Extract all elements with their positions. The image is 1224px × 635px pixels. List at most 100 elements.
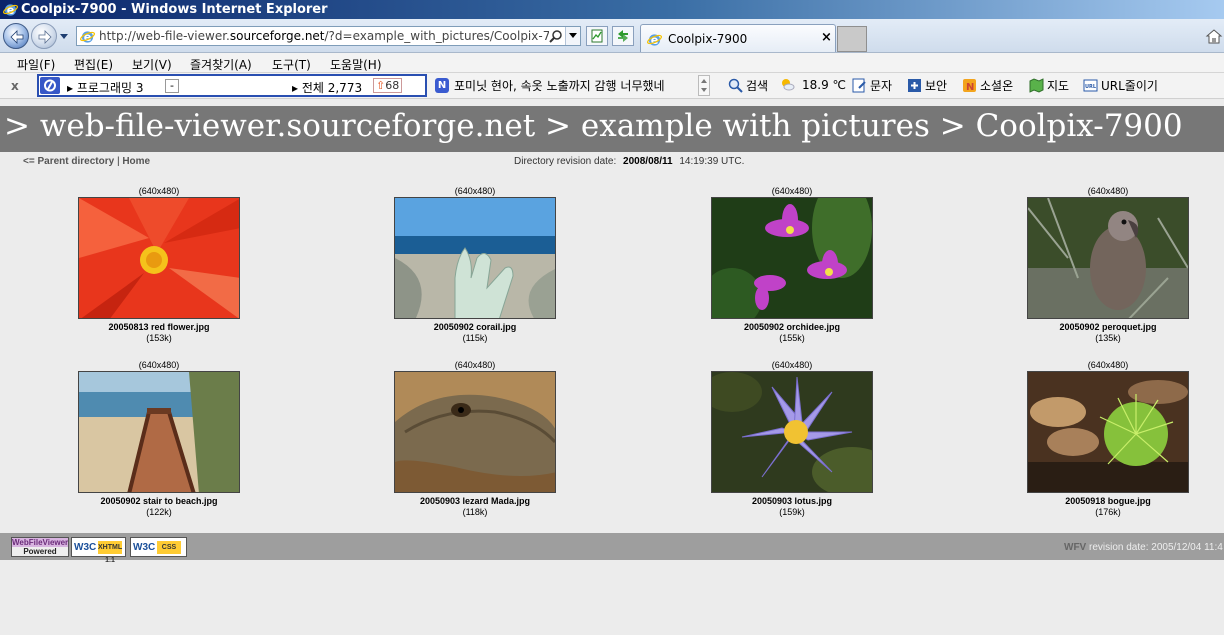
wfv-label: WFV [1064, 542, 1087, 553]
news-icon[interactable]: N [435, 78, 449, 93]
thumbnail-item[interactable]: (640x480) 20050902 corail.jpg (115k) [365, 185, 585, 344]
tool-security[interactable]: 보안 [907, 77, 947, 94]
file-name[interactable]: 20050902 peroquet.jpg [998, 322, 1218, 333]
naver-toolbar: x ▸ 프로그래밍 3 - ▸ 전체 2,773 ⇧68 N 포미닛 현아, 속… [0, 73, 1224, 99]
file-name[interactable]: 20050903 lezard Mada.jpg [365, 496, 585, 507]
ie-logo-icon: e [3, 4, 18, 17]
toolbar-close-button[interactable]: x [11, 79, 19, 93]
address-dropdown-button[interactable] [565, 27, 580, 45]
thumbnail-item[interactable]: (640x480) 20050902 stair to beach.jpg (1… [49, 359, 269, 518]
naver-logo-icon[interactable] [40, 77, 60, 94]
tool-search[interactable]: 검색 [728, 77, 768, 94]
forward-button[interactable] [31, 23, 57, 49]
wfv-revision-date: WFV revision date: 2005/12/04 11:4 [1064, 542, 1223, 553]
file-name[interactable]: 20050902 corail.jpg [365, 322, 585, 333]
xhtml-tag: XHTML 1.1 [98, 541, 122, 564]
thumbnail-image[interactable] [394, 197, 556, 319]
w3c-logo: W3C [74, 542, 97, 553]
category-programming[interactable]: ▸ 프로그래밍 3 [67, 79, 144, 96]
new-tab-button[interactable] [837, 26, 867, 52]
sms-icon [852, 78, 866, 93]
url-text[interactable]: http://web-file-viewer.sourceforge.net/?… [99, 29, 549, 43]
link-separator: | [116, 156, 120, 167]
thumbnail-item[interactable]: (640x480) 20050902 peroquet.jpg (135k) [998, 185, 1218, 344]
toolbar-search-box[interactable]: ▸ 프로그래밍 3 - ▸ 전체 2,773 ⇧68 [37, 74, 427, 97]
menu-edit[interactable]: 편집(E) [74, 56, 113, 73]
collapse-button[interactable]: - [165, 79, 179, 93]
search-icon[interactable] [549, 29, 563, 43]
file-name[interactable]: 20050902 orchidee.jpg [682, 322, 902, 333]
file-name[interactable]: 20050902 stair to beach.jpg [49, 496, 269, 507]
nav-links: <= Parent directory | Home [23, 156, 150, 167]
window-title: Coolpix-7900 - Windows Internet Explorer [21, 2, 328, 17]
thumbnail-image[interactable] [1027, 371, 1189, 493]
back-arrow-icon [10, 30, 24, 44]
address-row: e http://web-file-viewer.sourceforge.net… [0, 19, 1224, 53]
tool-weather-label: 18.9 ℃ [802, 78, 847, 92]
webfileviewer-badge[interactable]: WebFileViewer Powered [11, 537, 69, 557]
social-icon: N [963, 79, 976, 93]
file-name[interactable]: 20050918 bogue.jpg [998, 496, 1218, 507]
thumbnail-item[interactable]: (640x480) 20050903 lezard Mada.jpg (118k… [365, 359, 585, 518]
parent-directory-link[interactable]: <= Parent directory [23, 156, 114, 167]
tool-social[interactable]: N 소셜온 [962, 77, 1013, 94]
category-total[interactable]: ▸ 전체 2,773 [292, 79, 362, 96]
menu-view[interactable]: 보기(V) [132, 56, 172, 73]
file-size: (155k) [779, 333, 805, 343]
tab-label: Coolpix-7900 [668, 32, 748, 46]
image-dimensions: (640x480) [1087, 360, 1129, 370]
file-size: (176k) [1095, 507, 1121, 517]
menu-tools[interactable]: 도구(T) [272, 56, 311, 73]
tool-weather[interactable]: 18.9 ℃ [780, 77, 846, 92]
tool-url-shorten[interactable]: URL URL줄이기 [1083, 77, 1158, 94]
tool-social-label: 소셜온 [980, 79, 1014, 93]
chevron-down-icon [569, 33, 577, 38]
file-size: (122k) [146, 507, 172, 517]
menu-help[interactable]: 도움말(H) [330, 56, 382, 73]
breadcrumb[interactable]: > web-file-viewer.sourceforge.net > exam… [4, 108, 1183, 144]
file-size: (159k) [779, 507, 805, 517]
refresh-button[interactable] [612, 26, 634, 46]
news-headline[interactable]: 포미닛 현아, 속옷 노출까지 감행 너무했네 [454, 77, 665, 94]
url-prefix: http://web-file-viewer. [99, 29, 230, 43]
w3c-css-badge[interactable]: W3C CSS [130, 537, 187, 557]
image-dimensions: (640x480) [138, 186, 180, 196]
tool-map[interactable]: 지도 [1029, 77, 1069, 94]
thumbnail-image[interactable] [78, 197, 240, 319]
weather-icon [782, 79, 795, 91]
thumbnail-item[interactable]: (640x480) 20050813 red flower.jpg (153k) [49, 185, 269, 344]
forward-arrow-icon [38, 30, 52, 44]
history-dropdown-icon[interactable] [59, 32, 69, 40]
tab-coolpix[interactable]: e Coolpix-7900 × [640, 24, 836, 52]
file-name[interactable]: 20050813 red flower.jpg [49, 322, 269, 333]
address-bar[interactable]: e http://web-file-viewer.sourceforge.net… [76, 26, 581, 46]
thumbnail-image[interactable] [394, 371, 556, 493]
tool-sms[interactable]: 문자 [852, 77, 892, 94]
compatibility-icon [591, 29, 603, 43]
rank-badge: ⇧68 [373, 78, 403, 93]
thumbnail-image[interactable] [78, 371, 240, 493]
url-suffix: /?d=example_with_pictures/Coolpix-790 [324, 29, 549, 43]
thumbnail-item[interactable]: (640x480) 20050902 orchidee.jpg (155k) [682, 185, 902, 344]
thumbnail-item[interactable]: (640x480) 20050918 bogue.jpg (176k) [998, 359, 1218, 518]
page-header: > web-file-viewer.sourceforge.net > exam… [0, 106, 1224, 152]
thumbnail-image[interactable] [711, 197, 873, 319]
w3c-xhtml-badge[interactable]: W3C XHTML 1.1 [71, 537, 126, 564]
menu-file[interactable]: 파일(F) [17, 56, 55, 73]
thumbnail-image[interactable] [1027, 197, 1189, 319]
back-button[interactable] [3, 23, 29, 49]
file-name[interactable]: 20050903 lotus.jpg [682, 496, 902, 507]
news-scroll-arrows[interactable] [698, 75, 710, 96]
thumbnail-image[interactable] [711, 371, 873, 493]
tool-url-label: URL줄이기 [1101, 79, 1158, 93]
compatibility-view-button[interactable] [586, 26, 608, 46]
tab-close-button[interactable]: × [821, 30, 832, 45]
wfv-badge-line2: Powered [23, 547, 57, 556]
menu-favorites[interactable]: 즐겨찾기(A) [190, 56, 252, 73]
thumbnail-item[interactable]: (640x480) 20050903 lotus.jpg (159k) [682, 359, 902, 518]
tool-sms-label: 문자 [870, 79, 893, 93]
wfv-badge-line1: WebFileViewer [12, 538, 69, 547]
scroll-arrows-icon [701, 79, 707, 92]
home-link[interactable]: Home [122, 156, 150, 167]
home-icon[interactable] [1205, 28, 1223, 44]
